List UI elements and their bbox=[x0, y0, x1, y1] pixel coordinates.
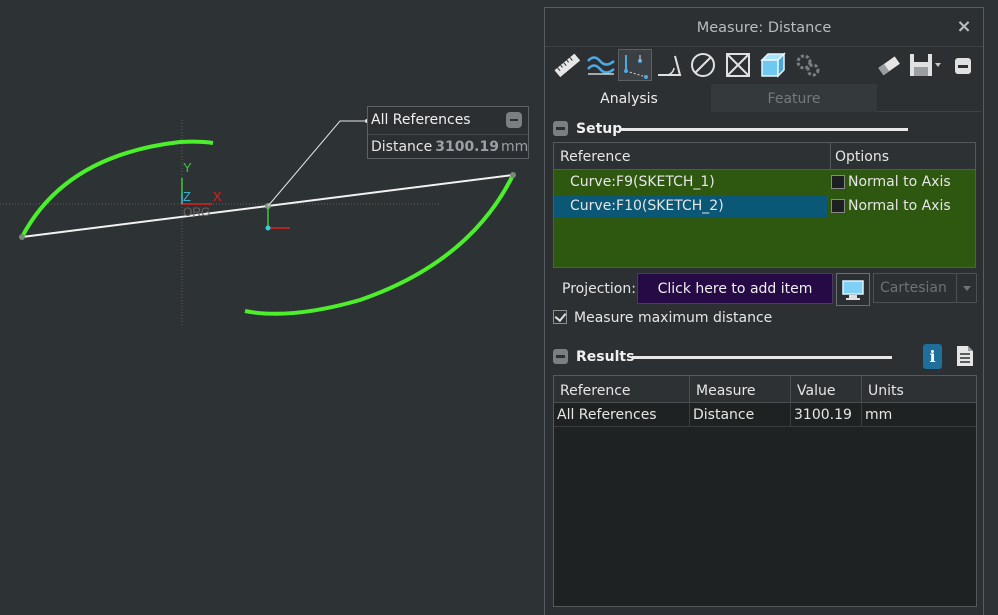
chevron-down-icon[interactable] bbox=[956, 274, 976, 302]
reference-table[interactable]: Reference Options Curve:F9(SKETCH_1) Nor… bbox=[553, 142, 976, 268]
measurement-callout[interactable]: All References Distance 3100.19 mm bbox=[367, 106, 529, 159]
results-units-header: Units bbox=[861, 376, 976, 403]
info-icon[interactable]: i bbox=[923, 344, 942, 369]
reference-row-selected[interactable]: Curve:F10(SKETCH_2) Normal to Axis bbox=[554, 195, 975, 218]
y-axis-label: Y bbox=[183, 160, 192, 175]
callout-label: Distance bbox=[371, 139, 433, 155]
diameter-icon[interactable] bbox=[686, 49, 720, 81]
collapse-panel-icon[interactable] bbox=[950, 49, 978, 81]
save-icon[interactable] bbox=[905, 49, 945, 81]
projection-label: Projection: bbox=[562, 281, 636, 297]
results-row[interactable]: All References Distance 3100.19 mm bbox=[554, 403, 976, 427]
coordinate-system-value: Cartesian bbox=[880, 280, 947, 296]
normal-to-axis-label: Normal to Axis bbox=[848, 198, 951, 214]
reference-table-header: Reference Options bbox=[554, 143, 975, 170]
distance-endpoint-end bbox=[510, 172, 516, 178]
ruler-icon[interactable] bbox=[550, 49, 584, 81]
reference-row[interactable]: Curve:F9(SKETCH_1) Normal to Axis bbox=[554, 171, 975, 194]
result-value: 3100.19 bbox=[790, 403, 861, 427]
setup-divider bbox=[621, 128, 908, 131]
results-table[interactable]: Reference Measure Value Units All Refere… bbox=[553, 375, 977, 607]
angle-icon[interactable] bbox=[652, 49, 686, 81]
area-icon[interactable] bbox=[721, 49, 755, 81]
callout-value-row: Distance 3100.19 mm bbox=[368, 134, 528, 159]
reference-column-header: Reference bbox=[560, 149, 631, 165]
callout-leader bbox=[267, 120, 367, 207]
options-column-header: Options bbox=[830, 143, 889, 170]
results-collapse-icon[interactable] bbox=[553, 349, 568, 364]
monitor-icon[interactable] bbox=[836, 273, 870, 306]
transform-icon[interactable] bbox=[791, 49, 825, 81]
results-title: Results bbox=[576, 349, 635, 365]
normal-to-axis-checkbox[interactable] bbox=[831, 175, 845, 189]
measure-toolbar bbox=[545, 46, 983, 82]
result-units: mm bbox=[861, 403, 976, 427]
normal-to-axis-label: Normal to Axis bbox=[848, 174, 951, 190]
max-distance-label: Measure maximum distance bbox=[574, 310, 773, 326]
result-measure: Distance bbox=[689, 403, 790, 427]
normal-to-axis-checkbox[interactable] bbox=[831, 199, 845, 213]
coordinate-system-select[interactable]: Cartesian bbox=[873, 273, 977, 303]
results-measure-header: Measure bbox=[689, 376, 790, 403]
results-divider bbox=[632, 356, 892, 359]
results-section-header[interactable]: Results bbox=[553, 347, 923, 367]
setup-title: Setup bbox=[576, 121, 623, 137]
results-table-header: Reference Measure Value Units bbox=[554, 376, 976, 403]
callout-value: 3100.19 bbox=[435, 139, 499, 155]
z-axis-label: Z bbox=[183, 189, 191, 204]
results-value-header: Value bbox=[790, 376, 861, 403]
mid-triad-origin-icon bbox=[265, 225, 271, 231]
close-icon[interactable]: × bbox=[955, 17, 973, 37]
max-distance-checkbox[interactable] bbox=[553, 310, 567, 324]
volume-icon[interactable] bbox=[756, 49, 790, 81]
panel-title: Measure: Distance bbox=[696, 20, 832, 36]
tab-feature[interactable]: Feature bbox=[711, 84, 877, 112]
reference-option-cell: Normal to Axis bbox=[827, 195, 975, 218]
projection-field[interactable]: Click here to add item bbox=[637, 273, 833, 304]
results-reference-header: Reference bbox=[560, 383, 631, 399]
callout-collapse-icon[interactable] bbox=[506, 112, 522, 128]
callout-title: All References bbox=[371, 112, 471, 128]
distance-icon[interactable] bbox=[618, 49, 652, 81]
reference-name: Curve:F9(SKETCH_1) bbox=[570, 174, 715, 190]
callout-unit: mm bbox=[500, 139, 529, 155]
sketch-curve-2 bbox=[244, 174, 515, 316]
distance-endpoint-start bbox=[19, 234, 25, 240]
measure-panel: Measure: Distance × Analysis Feature Set… bbox=[544, 7, 984, 615]
x-axis-label: X bbox=[213, 189, 222, 204]
eraser-icon[interactable] bbox=[871, 49, 905, 81]
tab-bar: Analysis Feature bbox=[547, 84, 981, 112]
reference-name: Curve:F10(SKETCH_2) bbox=[570, 198, 724, 214]
tab-analysis[interactable]: Analysis bbox=[547, 84, 711, 112]
reference-option-cell: Normal to Axis bbox=[827, 171, 975, 194]
origin-label: ORG bbox=[183, 205, 210, 219]
setup-collapse-icon[interactable] bbox=[553, 121, 568, 136]
setup-section-header[interactable]: Setup bbox=[553, 119, 978, 139]
curve-length-icon[interactable] bbox=[584, 49, 618, 81]
report-icon[interactable] bbox=[955, 345, 975, 367]
result-reference: All References bbox=[557, 407, 657, 423]
